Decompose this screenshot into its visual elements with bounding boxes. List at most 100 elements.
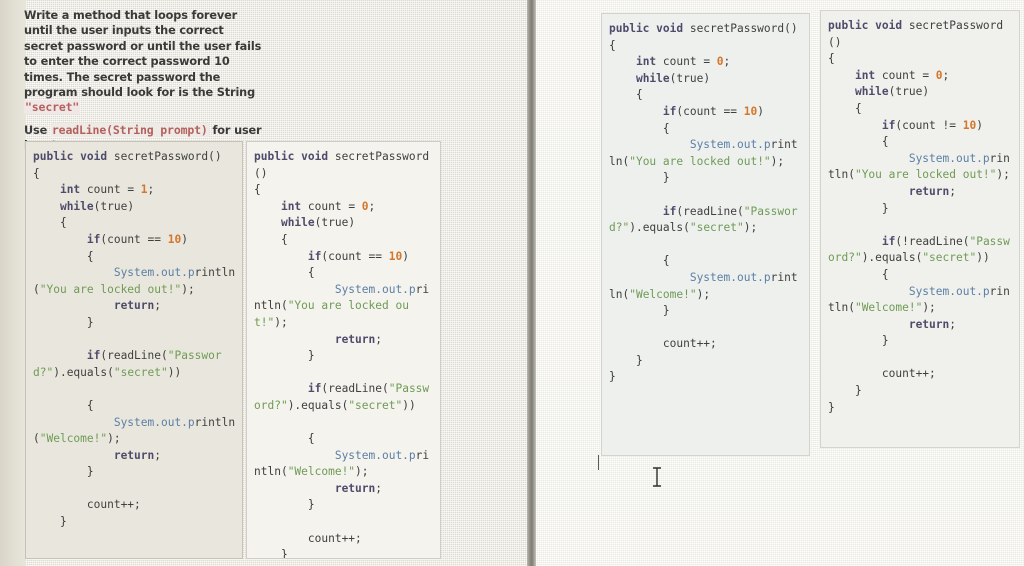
code-token: secretPassword()	[113, 150, 222, 163]
code-token: "You are locked out!"	[39, 282, 182, 296]
code-token: )	[402, 249, 409, 263]
code-line: }	[828, 383, 1013, 400]
code-line: }	[828, 400, 1013, 417]
code-token: );	[996, 168, 1010, 182]
code-token: }	[33, 315, 94, 329]
code-token: (true)	[888, 85, 930, 99]
text-caret	[598, 455, 599, 470]
code-line: if(readLine("Password?").equals("secret"…	[609, 204, 803, 237]
code-token: "Welcome!"	[39, 432, 108, 446]
code-token: (count ==	[100, 232, 168, 246]
code-token: public void	[828, 19, 909, 32]
code-line: return;	[33, 448, 236, 465]
code-token: return	[254, 332, 376, 346]
code-token: ;	[949, 317, 956, 331]
code-line: int count = 0;	[254, 199, 434, 216]
code-line: while(true)	[33, 199, 236, 216]
code-token: int	[33, 183, 87, 197]
code-token: 10	[167, 232, 182, 246]
ibeam-cursor-icon	[651, 467, 663, 487]
code-token: "secret"	[348, 398, 403, 412]
code-token: int	[609, 55, 663, 69]
code-line: public void secretPassword()	[33, 149, 236, 166]
code-token: ;	[147, 183, 155, 197]
code-token: 10	[743, 104, 758, 118]
code-token: public void	[33, 150, 114, 163]
code-token: count++;	[609, 337, 717, 351]
code-token: "secret"	[113, 365, 168, 379]
code-line: {	[33, 166, 236, 183]
code-token: return	[828, 184, 950, 198]
code-token: 0	[935, 68, 943, 82]
code-token: 1	[140, 183, 148, 197]
code-line: }	[609, 353, 803, 370]
code-token: }	[609, 370, 616, 384]
code-token: (true)	[669, 71, 711, 85]
code-line: }	[609, 170, 803, 187]
code-token: }	[254, 349, 315, 363]
code-block-2[interactable]: public void secretPassword(){ int count …	[246, 141, 441, 559]
code-token: "Welcome!"	[629, 287, 697, 301]
code-line: public void secretPassword()	[828, 18, 1013, 51]
code-line: System.out.println("You are locked out!"…	[33, 265, 236, 298]
code-block-1[interactable]: public void secretPassword(){ int count …	[25, 141, 243, 559]
code-token: ).equals(	[287, 398, 349, 412]
code-token: }	[609, 171, 670, 185]
code-token: while	[609, 71, 670, 85]
prompt-sentence: Write a method that loops forever until …	[24, 9, 262, 100]
code-token: );	[274, 315, 288, 329]
code-token: ;	[949, 184, 956, 198]
code-line: {	[609, 121, 803, 138]
readline-signature: readLine(String prompt)	[50, 122, 209, 137]
code-token: count =	[307, 199, 362, 213]
code-line: count++;	[828, 366, 1013, 383]
code-line: int count = 0;	[609, 54, 803, 71]
code-token: if	[609, 204, 677, 218]
code-token: ;	[942, 68, 950, 82]
code-token: "You are locked out!"	[854, 168, 997, 182]
code-token: ;	[375, 332, 382, 346]
code-token: {	[33, 398, 94, 412]
code-token: System.out.p	[254, 282, 416, 296]
code-token: }	[33, 465, 94, 479]
code-token: (readLine(	[321, 382, 389, 396]
code-line: {	[254, 182, 434, 199]
code-token: {	[254, 183, 261, 197]
code-token: System.out.p	[828, 151, 990, 165]
code-line: }	[254, 547, 434, 559]
code-token: while	[828, 85, 889, 99]
code-token: "You are locked out!"	[629, 154, 771, 168]
code-token: )	[181, 232, 188, 246]
code-line: }	[828, 333, 1013, 350]
code-token: (count ==	[676, 104, 744, 118]
code-line: if(!readLine("Password?").equals("secret…	[828, 234, 1013, 267]
page-gutter-divider	[527, 0, 536, 566]
code-block-3[interactable]: public void secretPassword() { int count …	[601, 13, 810, 456]
code-token: return	[254, 481, 376, 495]
code-line: {	[609, 253, 803, 270]
code-token: return	[828, 317, 950, 331]
code-token: ))	[976, 251, 990, 265]
code-line: return;	[828, 184, 1013, 201]
code-block-4[interactable]: public void secretPassword(){ int count …	[820, 10, 1020, 448]
code-token: "secret"	[689, 221, 744, 235]
code-token: int	[828, 68, 882, 82]
code-token: {	[254, 266, 315, 280]
code-token: {	[33, 249, 94, 263]
code-token: while	[254, 216, 315, 230]
code-line: System.out.println("You are locked out!"…	[254, 282, 434, 332]
code-token: ))	[167, 365, 182, 379]
code-line: System.out.println("Welcome!");	[33, 415, 236, 448]
code-token: }	[254, 548, 288, 559]
code-line: count++;	[254, 531, 434, 548]
code-token: count++;	[254, 531, 362, 545]
code-token: (!readLine(	[895, 234, 970, 248]
code-token: 10	[962, 118, 977, 132]
code-line: count++;	[33, 497, 236, 514]
code-line: public void secretPassword()	[609, 21, 803, 38]
